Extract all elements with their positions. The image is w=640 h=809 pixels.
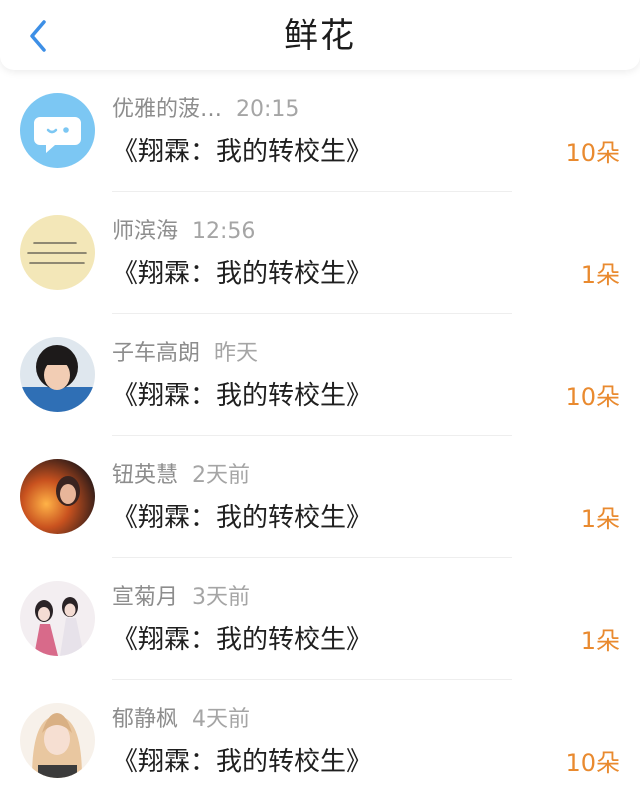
top-bar: 鲜花 (0, 0, 640, 70)
send-time: 20:15 (236, 97, 300, 122)
sender-name: 子车高朗 (112, 341, 201, 366)
girl-photo-icon (20, 337, 95, 412)
list-item[interactable]: 优雅的菠… 20:15 《翔霖：我的转校生》 10朵 (0, 70, 640, 192)
sender-name: 师滨海 (112, 219, 179, 244)
book-title[interactable]: 《翔霖：我的转校生》 (112, 134, 372, 170)
sender-meta: 师滨海 12:56 (112, 217, 255, 247)
list-item[interactable]: 钮英慧 2天前 《翔霖：我的转校生》 1朵 (0, 436, 640, 558)
sender-name: 郁静枫 (112, 707, 179, 732)
book-title[interactable]: 《翔霖：我的转校生》 (112, 500, 372, 536)
flower-count: 10朵 (565, 139, 620, 167)
flower-count: 10朵 (565, 383, 620, 411)
list-item[interactable]: 子车高朗 昨天 《翔霖：我的转校生》 10朵 (0, 314, 640, 436)
avatar[interactable] (20, 703, 95, 778)
list-item[interactable]: 郁静枫 4天前 《翔霖：我的转校生》 10朵 (0, 680, 640, 802)
book-title[interactable]: 《翔霖：我的转校生》 (112, 378, 372, 414)
flower-record-list: 优雅的菠… 20:15 《翔霖：我的转校生》 10朵 师滨海 12:56 《翔霖：我… (0, 70, 640, 802)
sender-meta: 钮英慧 2天前 (112, 461, 250, 491)
avatar[interactable] (20, 93, 95, 168)
sender-name: 钮英慧 (112, 463, 179, 488)
send-time: 4天前 (192, 707, 251, 732)
page-title: 鲜花 (284, 16, 356, 56)
flower-count: 1朵 (580, 261, 620, 289)
sender-meta: 子车高朗 昨天 (112, 339, 258, 369)
sender-name: 宣菊月 (112, 585, 179, 610)
book-title[interactable]: 《翔霖：我的转校生》 (112, 622, 372, 658)
sender-meta: 优雅的菠… 20:15 (112, 95, 299, 125)
send-time: 12:56 (192, 219, 256, 244)
flower-count: 1朵 (580, 627, 620, 655)
avatar[interactable] (20, 459, 95, 534)
avatar[interactable] (20, 337, 95, 412)
text-note-icon (20, 215, 95, 290)
list-item[interactable]: 宣菊月 3天前 《翔霖：我的转校生》 1朵 (0, 558, 640, 680)
list-item[interactable]: 师滨海 12:56 《翔霖：我的转校生》 1朵 (0, 192, 640, 314)
sender-meta: 郁静枫 4天前 (112, 705, 250, 735)
avatar[interactable] (20, 581, 95, 656)
book-title[interactable]: 《翔霖：我的转校生》 (112, 744, 372, 780)
send-time: 2天前 (192, 463, 251, 488)
sender-name: 优雅的菠… (112, 97, 223, 122)
anime-girl-icon (20, 703, 95, 778)
sender-meta: 宣菊月 3天前 (112, 583, 250, 613)
send-time: 3天前 (192, 585, 251, 610)
flower-count: 10朵 (565, 749, 620, 777)
fire-portrait-icon (20, 459, 95, 534)
chat-bubble-icon (20, 93, 95, 168)
send-time: 昨天 (214, 341, 259, 366)
book-title[interactable]: 《翔霖：我的转校生》 (112, 256, 372, 292)
ancient-costume-icon (20, 581, 95, 656)
flower-count: 1朵 (580, 505, 620, 533)
avatar[interactable] (20, 215, 95, 290)
